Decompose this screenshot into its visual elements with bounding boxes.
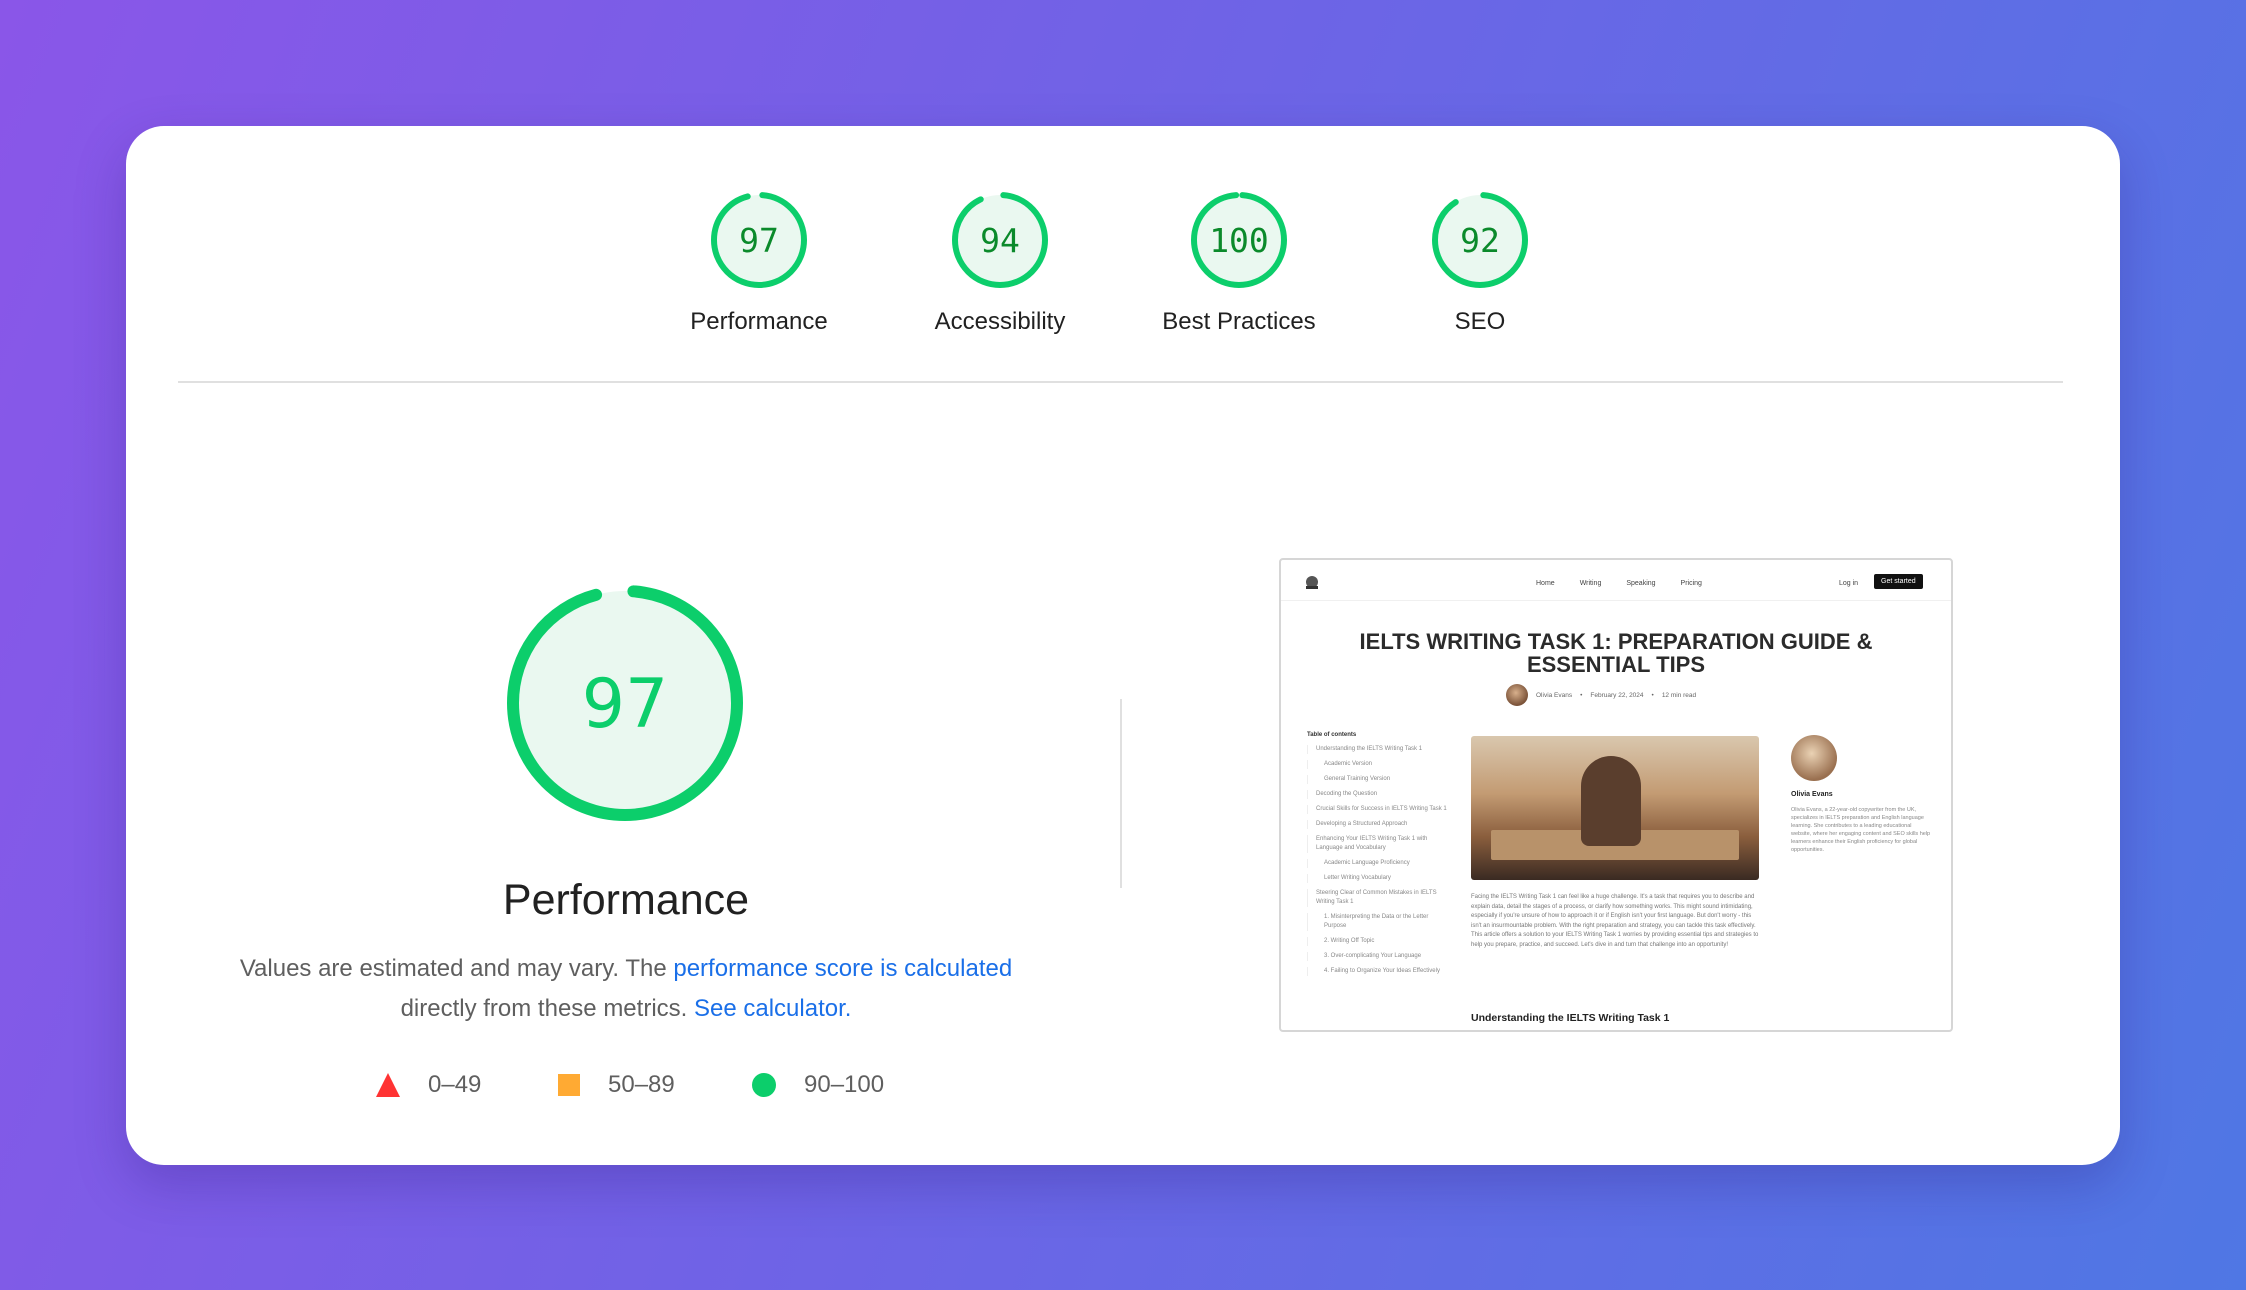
legend-average: 50–89 xyxy=(558,1071,675,1099)
toc-item: Academic Version xyxy=(1307,760,1447,769)
toc-item: Enhancing Your IELTS Writing Task 1 with… xyxy=(1307,835,1447,853)
toc-item: 2. Writing Off Topic xyxy=(1307,937,1447,946)
nav-link: Home xyxy=(1536,580,1555,587)
article-date: February 22, 2024 xyxy=(1590,691,1644,699)
gauge-ring: 97 xyxy=(711,192,807,288)
gauge-ring: 100 xyxy=(1191,192,1287,288)
toc-heading: Table of contents xyxy=(1307,732,1357,738)
author-photo xyxy=(1791,735,1837,781)
gauge-label: Accessibility xyxy=(934,308,1066,335)
author-card-name: Olivia Evans xyxy=(1791,791,1833,798)
toc-item: Steering Clear of Common Mistakes in IEL… xyxy=(1307,889,1447,907)
gauge-score: 94 xyxy=(980,221,1020,260)
gauge-score: 92 xyxy=(1460,221,1500,260)
nav-link: Writing xyxy=(1579,580,1602,587)
toc-item: Letter Writing Vocabulary xyxy=(1307,874,1447,883)
toc-item: Academic Language Proficiency xyxy=(1307,859,1447,868)
toc-item: 1. Misinterpreting the Data or the Lette… xyxy=(1307,913,1447,931)
legend-range: 50–89 xyxy=(608,1071,675,1098)
gauge-label: SEO xyxy=(1454,308,1506,335)
gauge-ring: 94 xyxy=(952,192,1048,288)
nav-link: Pricing xyxy=(1680,580,1702,587)
toc-item: 3. Over-complicating Your Language xyxy=(1307,952,1447,961)
big-gauge: 97 xyxy=(507,585,743,821)
final-screenshot[interactable]: Home Writing Speaking Pricing Log in Get… xyxy=(1279,558,1953,1032)
meta-separator: • xyxy=(1651,691,1654,699)
author-avatar xyxy=(1506,684,1528,706)
toc-item: General Training Version xyxy=(1307,775,1447,784)
author-bio: Olivia Evans, a 22-year-old copywriter f… xyxy=(1791,807,1931,853)
circle-icon xyxy=(752,1073,776,1097)
site-nav: Home Writing Speaking Pricing Log in Get… xyxy=(1281,560,1951,601)
gauge-score: 100 xyxy=(1209,221,1269,260)
section-divider xyxy=(178,381,2063,383)
triangle-icon xyxy=(376,1073,400,1097)
legend-pass: 90–100 xyxy=(752,1071,884,1099)
score-description: Values are estimated and may vary. The p… xyxy=(226,949,1026,1029)
description-text: Values are estimated and may vary. The xyxy=(239,955,674,982)
article-intro: Facing the IELTS Writing Task 1 can feel… xyxy=(1471,894,1759,948)
site-logo-icon xyxy=(1306,576,1318,589)
score-legend: 0–49 50–89 90–100 xyxy=(126,1071,1126,1111)
author-name: Olivia Evans xyxy=(1536,691,1573,699)
gauge-label: Best Practices xyxy=(1162,308,1316,335)
gauge-accessibility[interactable]: 94 Accessibility xyxy=(900,188,1100,336)
vertical-divider xyxy=(1120,699,1122,888)
gauge-ring: 92 xyxy=(1432,192,1528,288)
nav-link: Speaking xyxy=(1626,580,1656,587)
gauge-performance[interactable]: 97 Performance xyxy=(659,188,859,336)
site-get-started: Get started xyxy=(1874,574,1923,589)
description-text: directly from these metrics. xyxy=(400,995,694,1022)
gauge-label: Performance xyxy=(690,308,828,335)
toc-item: Crucial Skills for Success in IELTS Writ… xyxy=(1307,805,1447,814)
site-nav-links: Home Writing Speaking Pricing xyxy=(1536,580,1702,587)
gauge-score: 97 xyxy=(739,221,779,260)
lighthouse-report-card: 97 Performance 94 Accessibility 100 Best… xyxy=(126,126,2120,1165)
article-title: IELTS WRITING TASK 1: PREPARATION GUIDE … xyxy=(1359,629,1873,677)
legend-range: 0–49 xyxy=(428,1071,482,1098)
site-login: Log in xyxy=(1839,580,1859,587)
legend-fail: 0–49 xyxy=(376,1071,481,1099)
category-title: Performance xyxy=(502,876,750,924)
gauge-best-practices[interactable]: 100 Best Practices xyxy=(1139,188,1339,336)
big-gauge-score: 97 xyxy=(582,665,669,744)
legend-range: 90–100 xyxy=(804,1071,885,1098)
gauge-seo[interactable]: 92 SEO xyxy=(1380,188,1580,336)
article-hero-image xyxy=(1471,736,1759,880)
section-heading: Understanding the IELTS Writing Task 1 xyxy=(1471,1012,1670,1024)
article-meta: Olivia Evans • February 22, 2024 • 12 mi… xyxy=(1506,684,1696,706)
toc-item: Decoding the Question xyxy=(1307,790,1447,799)
table-of-contents: Table of contents Understanding the IELT… xyxy=(1307,732,1447,982)
author-card: Olivia Evans Olivia Evans, a 22-year-old… xyxy=(1791,735,1931,854)
toc-item: Developing a Structured Approach xyxy=(1307,820,1447,829)
read-time: 12 min read xyxy=(1661,691,1697,699)
performance-score-link[interactable]: performance score is calculated xyxy=(673,955,1012,982)
toc-item: Understanding the IELTS Writing Task 1 xyxy=(1307,745,1447,754)
meta-separator: • xyxy=(1580,691,1583,699)
see-calculator-link[interactable]: See calculator. xyxy=(694,995,851,1022)
square-icon xyxy=(558,1074,580,1096)
toc-item: 4. Failing to Organize Your Ideas Effect… xyxy=(1307,967,1447,976)
